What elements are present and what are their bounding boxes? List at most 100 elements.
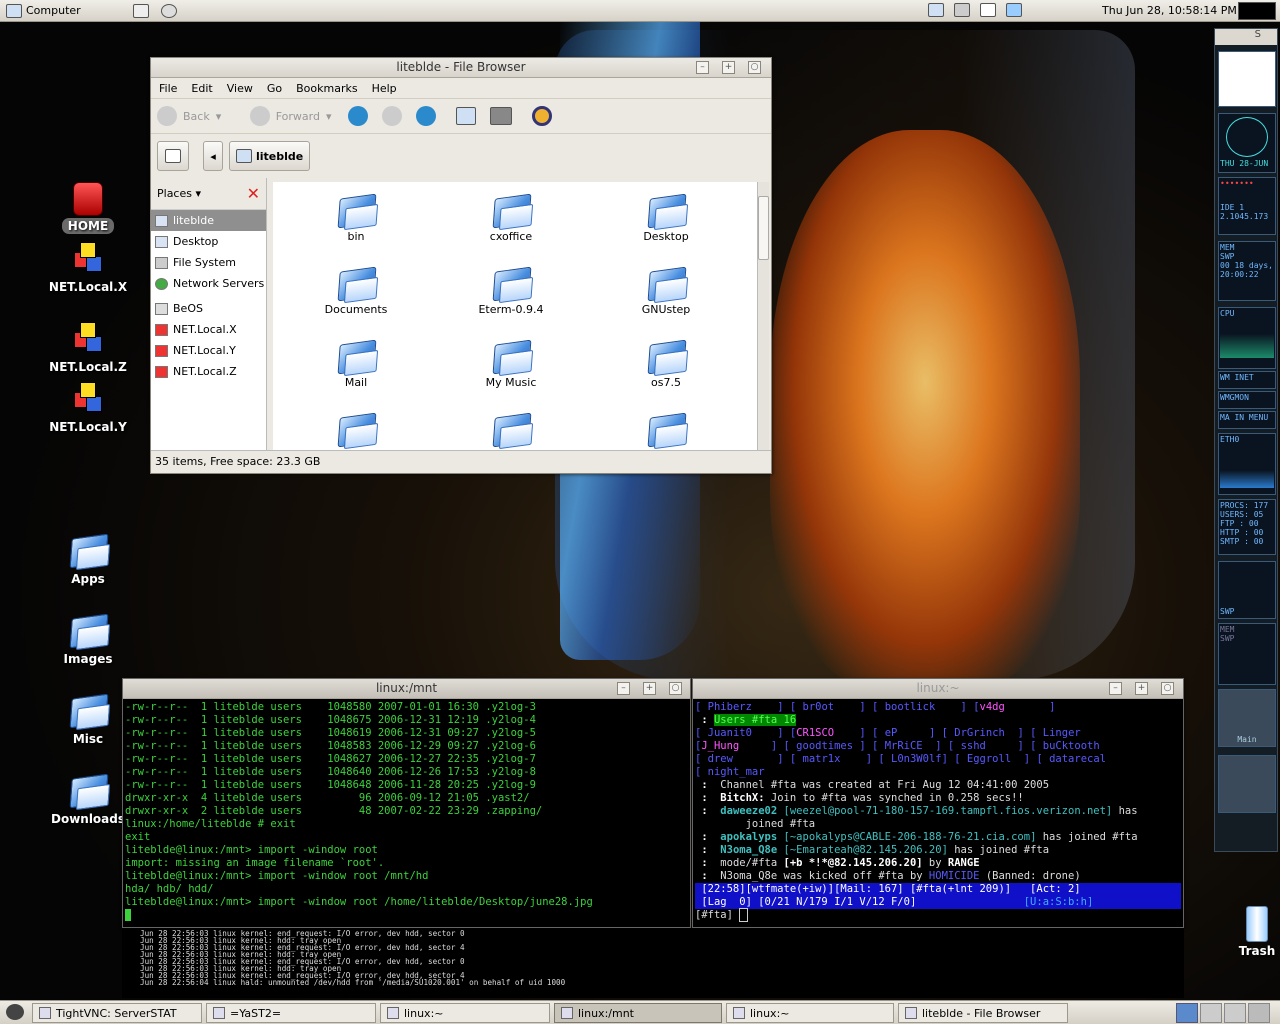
reload-icon[interactable] bbox=[415, 106, 436, 126]
pager-widget[interactable]: Main bbox=[1218, 689, 1276, 747]
task-linux-home-2[interactable]: linux:~ bbox=[726, 1003, 894, 1023]
path-button-liteblde[interactable]: liteblde bbox=[229, 141, 311, 171]
maximize-button[interactable]: + bbox=[1135, 682, 1148, 695]
irc-users-label: Users #fta 16 bbox=[713, 714, 797, 726]
irc-client-output[interactable]: [ Phiberz ] [ br0ot ] [ bootlick ] [v4dg… bbox=[693, 699, 1183, 927]
minimize-button[interactable]: – bbox=[1109, 682, 1122, 695]
menu-edit[interactable]: Edit bbox=[191, 82, 212, 95]
maximize-button[interactable]: + bbox=[643, 682, 656, 695]
timer-dial-icon[interactable] bbox=[1218, 51, 1276, 107]
menu-file[interactable]: File bbox=[159, 82, 177, 95]
place-network-servers[interactable]: Network Servers bbox=[151, 273, 266, 294]
task-tightvnc[interactable]: TightVNC: ServerSTAT bbox=[32, 1003, 202, 1023]
tools-icon[interactable] bbox=[1218, 755, 1276, 813]
file-item-my-music[interactable]: My Music bbox=[456, 336, 566, 389]
terminal-titlebar[interactable]: linux:~ – + ○ bbox=[693, 679, 1183, 699]
terminal-titlebar[interactable]: linux:/mnt – + ○ bbox=[123, 679, 690, 699]
place-net-local-y[interactable]: NET.Local.Y bbox=[151, 340, 266, 361]
computer-icon[interactable] bbox=[489, 107, 512, 125]
file-item-documents[interactable]: Documents bbox=[301, 263, 411, 316]
close-button[interactable]: ○ bbox=[669, 682, 682, 695]
stop-icon[interactable] bbox=[381, 106, 402, 126]
task-linux-home-1[interactable]: linux:~ bbox=[380, 1003, 550, 1023]
uptime-days: 00 18 days, bbox=[1220, 261, 1273, 270]
vertical-scrollbar[interactable] bbox=[757, 182, 769, 450]
clock[interactable]: Thu Jun 28, 10:58:14 PM bbox=[1102, 4, 1237, 17]
maximize-button[interactable]: + bbox=[722, 61, 735, 74]
desktop-icon-home[interactable]: HOME bbox=[43, 182, 133, 234]
task-file-browser[interactable]: liteblde - File Browser bbox=[898, 1003, 1068, 1023]
desktop-icon-trash[interactable]: Trash bbox=[1234, 906, 1280, 958]
terminal-mnt-output[interactable]: -rw-r--r-- 1 liteblde users 1048580 2007… bbox=[123, 699, 690, 927]
desktop-icon-net-local-x[interactable]: NET.Local.X bbox=[43, 238, 133, 294]
place-desktop[interactable]: Desktop bbox=[151, 231, 266, 252]
close-pane-icon[interactable]: ✕ bbox=[247, 184, 260, 203]
irc-message: : daweeze02 [weezel@pool-71-180-157-169.… bbox=[695, 805, 1138, 817]
file-item-bin[interactable]: bin bbox=[301, 190, 411, 243]
workspace-2[interactable] bbox=[1200, 1003, 1222, 1023]
forward-button[interactable]: Forward bbox=[276, 110, 320, 123]
file-item-os7-5[interactable]: os7.5 bbox=[611, 336, 721, 389]
dock-titlebar[interactable]: S bbox=[1215, 29, 1277, 45]
place-net-local-z[interactable]: NET.Local.Z bbox=[151, 361, 266, 382]
search-icon[interactable] bbox=[531, 106, 552, 126]
vnc-icon[interactable] bbox=[1006, 3, 1022, 17]
path-left-button[interactable]: ◂ bbox=[203, 141, 223, 171]
menu-help[interactable]: Help bbox=[372, 82, 397, 95]
back-dropdown-icon[interactable]: ▾ bbox=[216, 110, 244, 123]
file-item-gnustep[interactable]: GNUstep bbox=[611, 263, 721, 316]
desktop-icon-label: Apps bbox=[71, 572, 105, 586]
workspace-3[interactable] bbox=[1224, 1003, 1246, 1023]
file-item-cxoffice[interactable]: cxoffice bbox=[456, 190, 566, 243]
task-linux-mnt[interactable]: linux:/mnt bbox=[554, 1003, 722, 1023]
scrollbar-thumb[interactable] bbox=[758, 196, 769, 260]
desktop-icon-misc[interactable]: Misc bbox=[43, 690, 133, 746]
forward-dropdown-icon[interactable]: ▾ bbox=[326, 110, 342, 123]
minimize-button[interactable]: – bbox=[617, 682, 630, 695]
wm-inet-button[interactable]: WM INET bbox=[1218, 371, 1276, 389]
file-item-mail[interactable]: Mail bbox=[301, 336, 411, 389]
file-item[interactable] bbox=[301, 409, 411, 449]
desktop-icon-net-local-y[interactable]: NET.Local.Y bbox=[43, 378, 133, 434]
wmgmon-button[interactable]: WMGMON bbox=[1218, 391, 1276, 409]
places-dropdown[interactable]: Places ▾ bbox=[157, 187, 201, 200]
close-button[interactable]: ○ bbox=[748, 61, 761, 74]
file-browser-titlebar[interactable]: liteblde - File Browser – + ○ bbox=[151, 58, 771, 78]
close-button[interactable]: ○ bbox=[1161, 682, 1174, 695]
menu-go[interactable]: Go bbox=[267, 82, 282, 95]
file-item-eterm[interactable]: Eterm-0.9.4 bbox=[456, 263, 566, 316]
menu-bookmarks[interactable]: Bookmarks bbox=[296, 82, 357, 95]
file-item[interactable] bbox=[611, 409, 721, 449]
irc-nick: L0n3W0lf bbox=[891, 753, 942, 765]
file-item[interactable] bbox=[456, 409, 566, 449]
cpu-monitor-applet[interactable] bbox=[1238, 2, 1276, 20]
file-item-desktop[interactable]: Desktop bbox=[611, 190, 721, 243]
place-file-system[interactable]: File System bbox=[151, 252, 266, 273]
menu-view[interactable]: View bbox=[227, 82, 253, 95]
mail-launcher[interactable] bbox=[127, 0, 155, 22]
up-icon[interactable] bbox=[347, 106, 368, 126]
volume-icon[interactable] bbox=[954, 3, 970, 17]
workspace-1[interactable] bbox=[1176, 1003, 1198, 1023]
network-icon[interactable] bbox=[928, 3, 944, 17]
edit-location-button[interactable] bbox=[157, 141, 189, 171]
home-folder-icon[interactable] bbox=[455, 107, 476, 125]
web-launcher[interactable] bbox=[155, 0, 183, 22]
desktop-icon-apps[interactable]: Apps bbox=[43, 530, 133, 586]
window-icon[interactable] bbox=[980, 3, 996, 17]
desktop-icon-images[interactable]: Images bbox=[43, 610, 133, 666]
place-beos[interactable]: BeOS bbox=[151, 298, 266, 319]
place-liteblde[interactable]: liteblde bbox=[151, 210, 266, 231]
workspace-4[interactable] bbox=[1248, 1003, 1270, 1023]
desktop-icon-downloads[interactable]: Downloads bbox=[43, 770, 133, 826]
place-net-local-x[interactable]: NET.Local.X bbox=[151, 319, 266, 340]
gnome-foot-icon[interactable] bbox=[6, 1004, 24, 1020]
back-button[interactable]: Back bbox=[183, 110, 210, 123]
minimize-button[interactable]: – bbox=[696, 61, 709, 74]
irc-input-line[interactable]: [#fta] bbox=[695, 908, 1181, 922]
main-menu-button[interactable]: MA IN MENU bbox=[1218, 411, 1276, 429]
desktop-icon-net-local-z[interactable]: NET.Local.Z bbox=[43, 318, 133, 374]
terminal-line: exit bbox=[125, 831, 151, 843]
computer-menu[interactable]: Computer bbox=[0, 0, 87, 22]
task-yast2[interactable]: =YaST2= bbox=[206, 1003, 376, 1023]
